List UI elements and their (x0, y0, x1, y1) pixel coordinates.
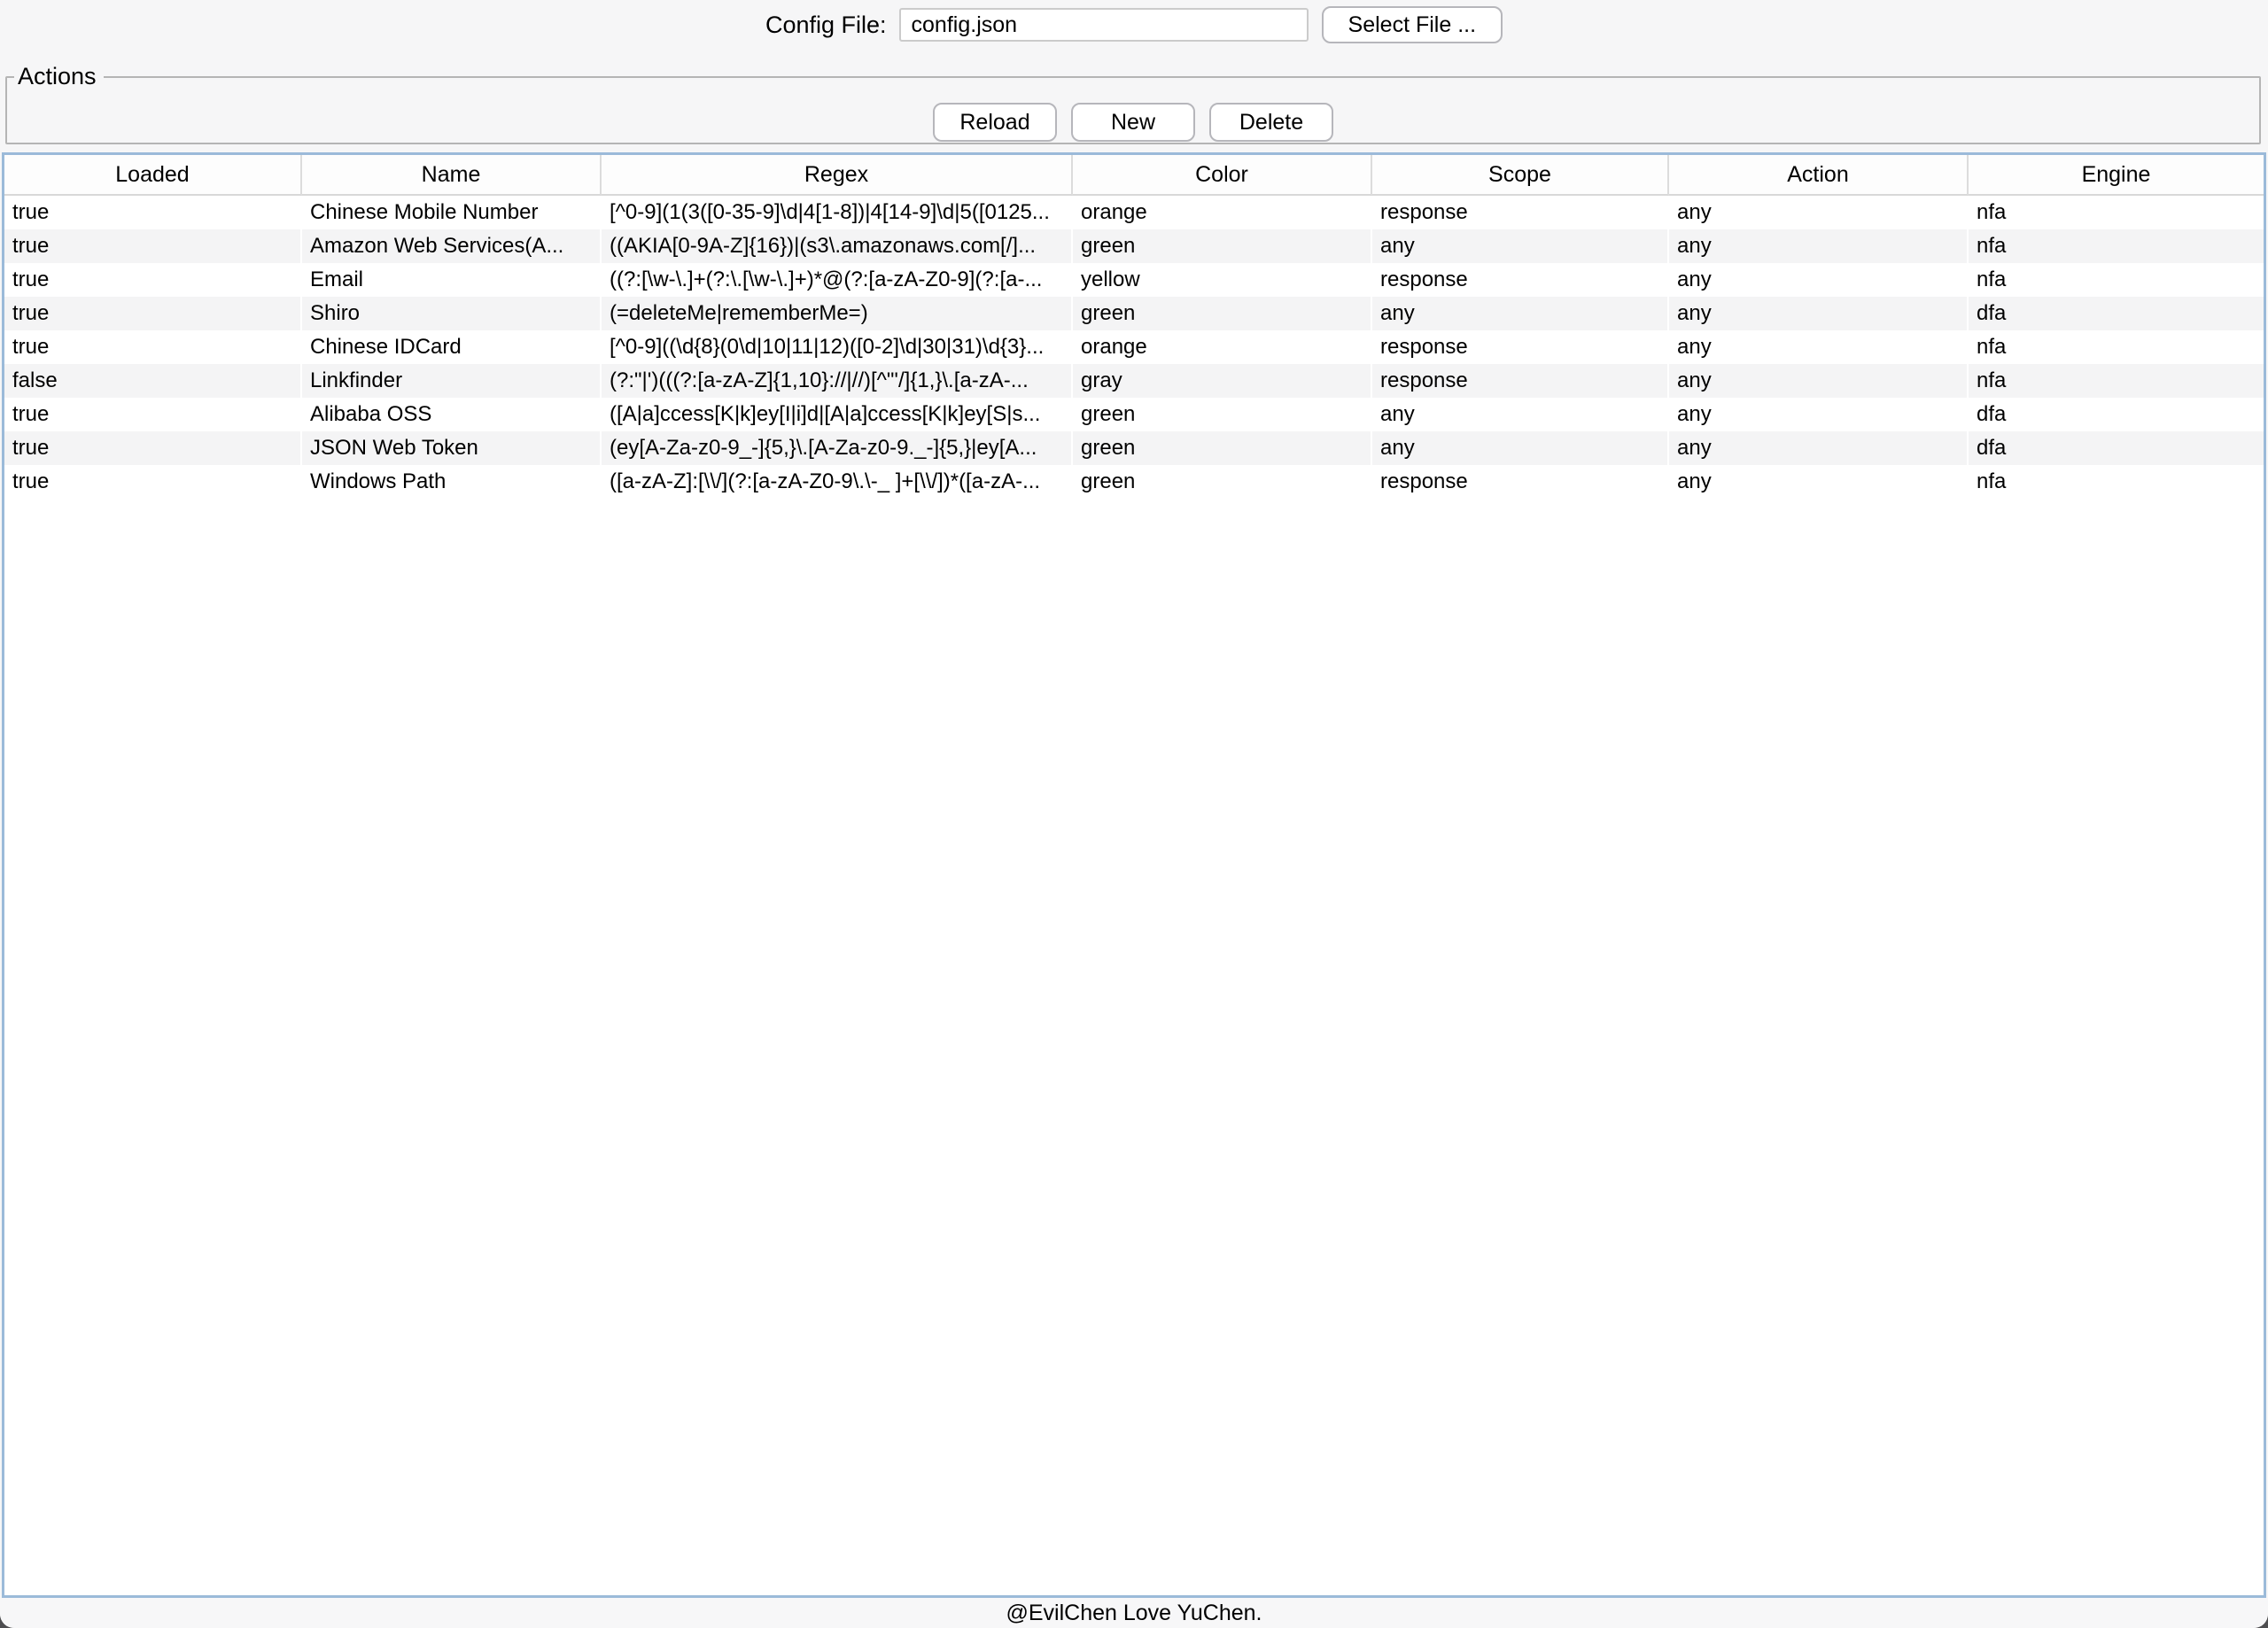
cell-loaded[interactable]: true (4, 431, 302, 465)
actions-group-title: Actions (14, 63, 104, 90)
rules-table-body: trueChinese Mobile Number[^0-9](1(3([0-3… (4, 196, 2264, 499)
table-row[interactable]: trueChinese Mobile Number[^0-9](1(3([0-3… (4, 196, 2264, 229)
cell-action[interactable]: any (1669, 263, 1969, 297)
cell-loaded[interactable]: true (4, 398, 302, 431)
select-file-button[interactable]: Select File ... (1322, 6, 1503, 43)
rules-table-container: Loaded Name Regex Color Scope Action Eng… (2, 152, 2266, 1598)
cell-scope[interactable]: any (1372, 229, 1669, 263)
cell-engine[interactable]: nfa (1969, 263, 2264, 297)
actions-button-row: Reload New Delete (7, 103, 2259, 142)
cell-regex[interactable]: ((AKIA[0-9A-Z]{16})|(s3\.amazonaws.com[/… (602, 229, 1073, 263)
cell-engine[interactable]: nfa (1969, 465, 2264, 499)
config-file-input[interactable] (899, 8, 1309, 42)
cell-color[interactable]: green (1073, 431, 1372, 465)
cell-name[interactable]: Linkfinder (302, 364, 602, 398)
table-row[interactable]: trueWindows Path([a-zA-Z]:[\\/](?:[a-zA-… (4, 465, 2264, 499)
cell-regex[interactable]: [^0-9]((\d{8}(0\d|10|11|12)([0-2]\d|30|3… (602, 330, 1073, 364)
table-row[interactable]: trueAlibaba OSS([A|a]ccess[K|k]ey[I|i]d|… (4, 398, 2264, 431)
cell-action[interactable]: any (1669, 330, 1969, 364)
cell-loaded[interactable]: true (4, 263, 302, 297)
cell-regex[interactable]: (=deleteMe|rememberMe=) (602, 297, 1073, 330)
cell-name[interactable]: Alibaba OSS (302, 398, 602, 431)
credit-text: @EvilChen Love YuChen. (1006, 1601, 1262, 1626)
cell-scope[interactable]: any (1372, 398, 1669, 431)
cell-color[interactable]: green (1073, 465, 1372, 499)
cell-engine[interactable]: nfa (1969, 196, 2264, 229)
cell-regex[interactable]: ((?:[\w-\.]+(?:\.[\w-\.]+)*@(?:[a-zA-Z0-… (602, 263, 1073, 297)
cell-regex[interactable]: ([A|a]ccess[K|k]ey[I|i]d|[A|a]ccess[K|k]… (602, 398, 1073, 431)
cell-name[interactable]: Windows Path (302, 465, 602, 499)
cell-name[interactable]: Shiro (302, 297, 602, 330)
cell-color[interactable]: orange (1073, 196, 1372, 229)
cell-regex[interactable]: (ey[A-Za-z0-9_-]{5,}\.[A-Za-z0-9._-]{5,}… (602, 431, 1073, 465)
column-header-scope[interactable]: Scope (1372, 155, 1669, 196)
cell-scope[interactable]: response (1372, 330, 1669, 364)
table-row[interactable]: trueJSON Web Token(ey[A-Za-z0-9_-]{5,}\.… (4, 431, 2264, 465)
cell-color[interactable]: green (1073, 398, 1372, 431)
column-header-engine[interactable]: Engine (1969, 155, 2264, 196)
new-button[interactable]: New (1071, 103, 1195, 142)
cell-color[interactable]: green (1073, 297, 1372, 330)
cell-color[interactable]: yellow (1073, 263, 1372, 297)
cell-engine[interactable]: dfa (1969, 398, 2264, 431)
reload-button[interactable]: Reload (933, 103, 1057, 142)
column-header-action[interactable]: Action (1669, 155, 1969, 196)
rules-table-header: Loaded Name Regex Color Scope Action Eng… (4, 155, 2264, 196)
footer: @EvilChen Love YuChen. (0, 1598, 2268, 1628)
table-row[interactable]: trueEmail((?:[\w-\.]+(?:\.[\w-\.]+)*@(?:… (4, 263, 2264, 297)
column-header-name[interactable]: Name (302, 155, 602, 196)
cell-name[interactable]: Chinese Mobile Number (302, 196, 602, 229)
cell-loaded[interactable]: false (4, 364, 302, 398)
column-header-loaded[interactable]: Loaded (4, 155, 302, 196)
config-file-label: Config File: (765, 12, 887, 39)
cell-loaded[interactable]: true (4, 229, 302, 263)
cell-action[interactable]: any (1669, 364, 1969, 398)
cell-engine[interactable]: nfa (1969, 330, 2264, 364)
delete-button[interactable]: Delete (1209, 103, 1333, 142)
rules-table: Loaded Name Regex Color Scope Action Eng… (4, 155, 2264, 499)
cell-action[interactable]: any (1669, 398, 1969, 431)
column-header-color[interactable]: Color (1073, 155, 1372, 196)
cell-scope[interactable]: response (1372, 364, 1669, 398)
cell-regex[interactable]: [^0-9](1(3([0-35-9]\d|4[1-8])|4[14-9]\d|… (602, 196, 1073, 229)
cell-color[interactable]: gray (1073, 364, 1372, 398)
column-header-regex[interactable]: Regex (602, 155, 1073, 196)
cell-name[interactable]: JSON Web Token (302, 431, 602, 465)
cell-scope[interactable]: response (1372, 263, 1669, 297)
cell-scope[interactable]: any (1372, 297, 1669, 330)
cell-color[interactable]: green (1073, 229, 1372, 263)
cell-regex[interactable]: ([a-zA-Z]:[\\/](?:[a-zA-Z0-9\.\-_ ]+[\\/… (602, 465, 1073, 499)
cell-name[interactable]: Email (302, 263, 602, 297)
cell-loaded[interactable]: true (4, 330, 302, 364)
table-row[interactable]: trueShiro(=deleteMe|rememberMe=)greenany… (4, 297, 2264, 330)
cell-scope[interactable]: any (1372, 431, 1669, 465)
cell-name[interactable]: Amazon Web Services(A... (302, 229, 602, 263)
cell-loaded[interactable]: true (4, 196, 302, 229)
cell-color[interactable]: orange (1073, 330, 1372, 364)
cell-action[interactable]: any (1669, 229, 1969, 263)
cell-action[interactable]: any (1669, 196, 1969, 229)
cell-name[interactable]: Chinese IDCard (302, 330, 602, 364)
app-window: Config File: Select File ... Actions Rel… (0, 0, 2268, 1628)
cell-scope[interactable]: response (1372, 196, 1669, 229)
actions-group: Actions Reload New Delete (5, 63, 2261, 144)
cell-action[interactable]: any (1669, 465, 1969, 499)
cell-loaded[interactable]: true (4, 297, 302, 330)
cell-engine[interactable]: nfa (1969, 229, 2264, 263)
table-row[interactable]: trueAmazon Web Services(A...((AKIA[0-9A-… (4, 229, 2264, 263)
cell-scope[interactable]: response (1372, 465, 1669, 499)
cell-engine[interactable]: dfa (1969, 431, 2264, 465)
cell-action[interactable]: any (1669, 431, 1969, 465)
cell-engine[interactable]: dfa (1969, 297, 2264, 330)
cell-regex[interactable]: (?:"|')(((?:[a-zA-Z]{1,10}://|//)[^"'/]{… (602, 364, 1073, 398)
cell-engine[interactable]: nfa (1969, 364, 2264, 398)
cell-action[interactable]: any (1669, 297, 1969, 330)
table-row[interactable]: falseLinkfinder(?:"|')(((?:[a-zA-Z]{1,10… (4, 364, 2264, 398)
table-row[interactable]: trueChinese IDCard[^0-9]((\d{8}(0\d|10|1… (4, 330, 2264, 364)
config-bar: Config File: Select File ... (0, 0, 2268, 50)
cell-loaded[interactable]: true (4, 465, 302, 499)
